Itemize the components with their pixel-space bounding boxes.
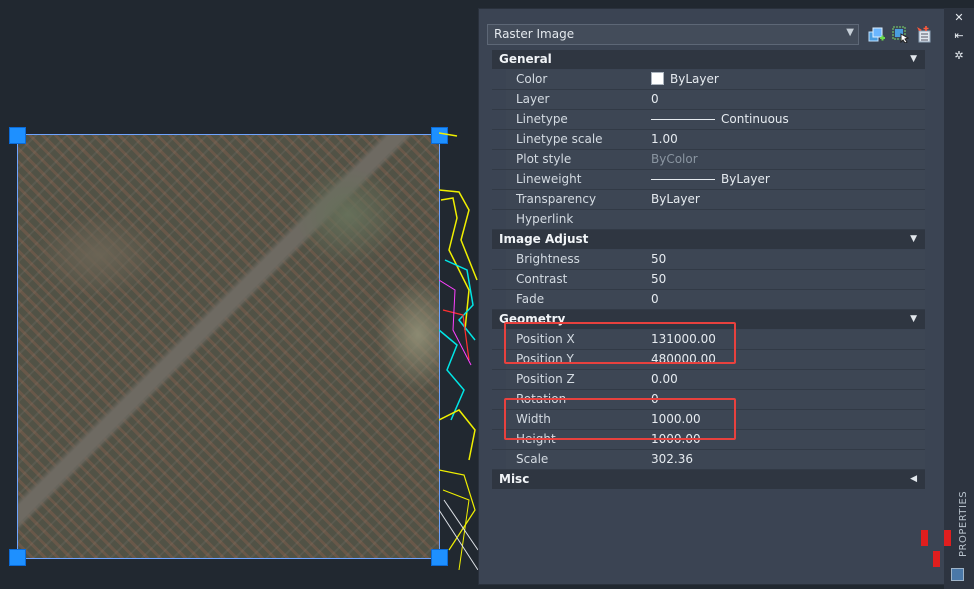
color-swatch-icon: [651, 72, 664, 85]
marker: [921, 530, 928, 546]
property-row-transparency[interactable]: Transparency ByLayer: [492, 190, 925, 210]
section-title: Image Adjust: [499, 232, 589, 246]
quick-select-icon[interactable]: [868, 26, 885, 43]
drawing-canvas[interactable]: [0, 0, 478, 589]
property-label: Color: [506, 70, 658, 89]
property-row-position-z[interactable]: Position Z 0.00: [492, 370, 925, 390]
property-value[interactable]: 1.00: [648, 130, 925, 149]
property-row-scale[interactable]: Scale 302.36: [492, 450, 925, 470]
select-objects-icon[interactable]: [892, 26, 909, 43]
property-row-plot-style[interactable]: Plot style ByColor: [492, 150, 925, 170]
section-title: General: [499, 52, 552, 66]
property-value[interactable]: 0: [648, 290, 925, 309]
property-label: Hyperlink: [506, 210, 658, 229]
property-row-color[interactable]: Color ByLayer: [492, 70, 925, 90]
lineweight-preview-icon: [651, 179, 715, 180]
marker: [933, 551, 940, 567]
section-general[interactable]: General ▼: [492, 50, 925, 70]
properties-icon: [951, 568, 964, 581]
property-label: Lineweight: [506, 170, 658, 189]
section-image-adjust[interactable]: Image Adjust ▼: [492, 230, 925, 250]
property-label: Scale: [506, 450, 658, 469]
property-label: Plot style: [506, 150, 658, 169]
property-label: Layer: [506, 90, 658, 109]
chevron-down-icon: ▼: [846, 27, 854, 38]
highlight-width-height: [504, 398, 736, 440]
property-value[interactable]: 50: [648, 270, 925, 289]
cad-drawing-lines: [439, 132, 478, 570]
marker: [944, 530, 951, 546]
lineweight-value-text: ByLayer: [721, 172, 770, 186]
property-label: Position Z: [506, 370, 658, 389]
property-value[interactable]: ByLayer: [648, 190, 925, 209]
toggle-pickadd-icon[interactable]: [916, 26, 933, 43]
property-row-linetype[interactable]: Linetype Continuous: [492, 110, 925, 130]
property-label: Contrast: [506, 270, 658, 289]
property-label: Linetype scale: [506, 130, 658, 149]
autohide-icon[interactable]: ⇤: [951, 29, 967, 43]
property-row-layer[interactable]: Layer 0: [492, 90, 925, 110]
property-row-contrast[interactable]: Contrast 50: [492, 270, 925, 290]
property-value[interactable]: ByLayer: [648, 70, 925, 89]
property-row-lineweight[interactable]: Lineweight ByLayer: [492, 170, 925, 190]
object-type-value: Raster Image: [494, 27, 575, 41]
property-row-brightness[interactable]: Brightness 50: [492, 250, 925, 270]
close-icon[interactable]: ✕: [951, 11, 967, 25]
property-value[interactable]: ByLayer: [648, 170, 925, 189]
property-value[interactable]: 0: [648, 90, 925, 109]
property-value[interactable]: [648, 210, 925, 229]
collapse-icon[interactable]: ▼: [910, 230, 917, 249]
property-row-linetype-scale[interactable]: Linetype scale 1.00: [492, 130, 925, 150]
property-label: Linetype: [506, 110, 658, 129]
grip-top-left[interactable]: [9, 127, 26, 144]
linetype-preview-icon: [651, 119, 715, 120]
linetype-value-text: Continuous: [721, 112, 789, 126]
section-misc[interactable]: Misc ◀: [492, 470, 925, 490]
property-value[interactable]: ByColor: [648, 150, 925, 169]
color-value-text: ByLayer: [670, 72, 719, 86]
property-value[interactable]: 302.36: [648, 450, 925, 469]
expand-icon[interactable]: ◀: [910, 470, 917, 489]
collapse-icon[interactable]: ▼: [910, 50, 917, 69]
plot-style-value-text: ByColor: [651, 152, 698, 166]
object-type-dropdown[interactable]: Raster Image ▼: [487, 24, 859, 45]
section-title: Misc: [499, 472, 530, 486]
property-label: Brightness: [506, 250, 658, 269]
property-value[interactable]: 0.00: [648, 370, 925, 389]
property-label: Transparency: [506, 190, 658, 209]
highlight-position-xy: [504, 322, 736, 364]
raster-image[interactable]: [17, 134, 440, 559]
properties-settings-icon[interactable]: ✲: [951, 49, 967, 63]
property-row-fade[interactable]: Fade 0: [492, 290, 925, 310]
collapse-icon[interactable]: ▼: [910, 310, 917, 329]
property-row-hyperlink[interactable]: Hyperlink: [492, 210, 925, 230]
property-value[interactable]: 50: [648, 250, 925, 269]
property-label: Fade: [506, 290, 658, 309]
palette-title: PROPERTIES: [958, 490, 969, 557]
grip-bottom-left[interactable]: [9, 549, 26, 566]
property-value[interactable]: Continuous: [648, 110, 925, 129]
